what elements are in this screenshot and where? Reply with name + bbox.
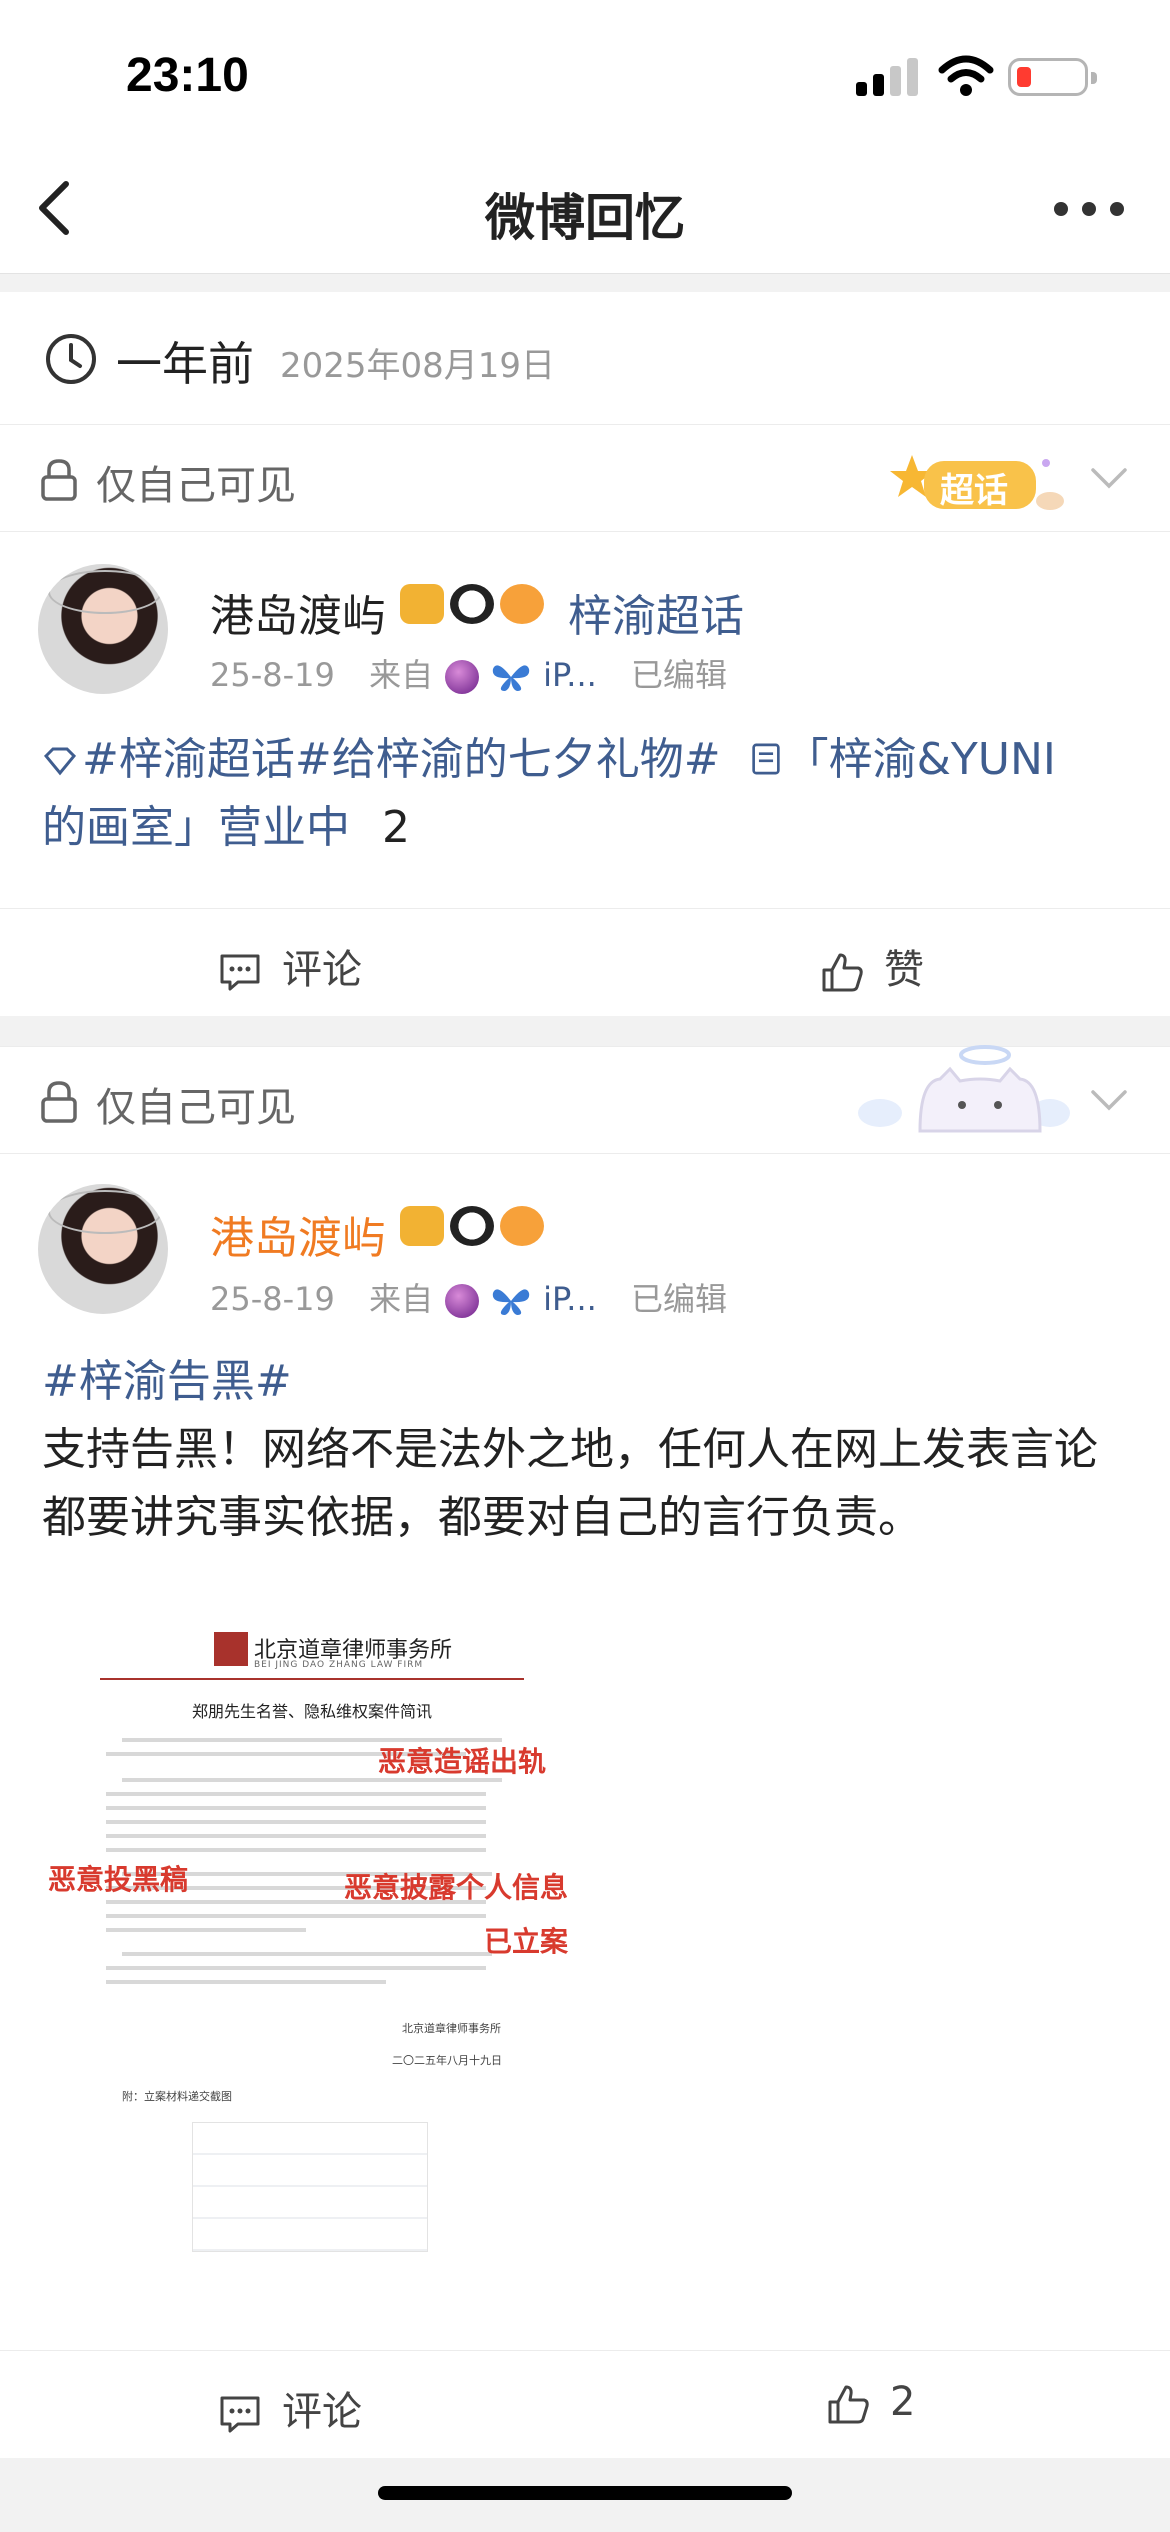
- like-count: 2: [890, 2379, 916, 2425]
- doc-screenshot: [192, 2122, 428, 2252]
- edited-label: 已编辑: [630, 656, 727, 694]
- cellular-signal-icon: [856, 58, 918, 96]
- annotation-filed: 已立案: [484, 1925, 569, 1958]
- user-badges: [400, 1204, 550, 1246]
- comment-button[interactable]: 评论: [218, 2379, 362, 2437]
- clock-icon: [46, 334, 96, 384]
- post-date: 25-8-19: [210, 1280, 335, 1318]
- author-name[interactable]: 港岛渡屿: [210, 580, 386, 644]
- date-absolute: 2025年08月19日: [280, 346, 556, 386]
- date-header: 一年前 2025年08月19日: [0, 292, 1170, 424]
- comment-button[interactable]: 评论: [218, 937, 362, 995]
- butterfly-icon: [492, 1289, 530, 1315]
- attached-image[interactable]: 北京道章律师事务所 BEI JING DAO ZHANG LAW FIRM 郑朋…: [42, 1622, 582, 2322]
- doc-firm-logo: [214, 1632, 248, 1666]
- annotation-smear: 恶意投黑稿: [48, 1863, 189, 1896]
- annotation-doxxing: 恶意披露个人信息: [344, 1871, 569, 1904]
- sticker-text: 超话: [940, 471, 1008, 511]
- battery-icon: [1008, 58, 1097, 96]
- hashtag-text: 梓渝超话#给梓渝的七夕礼物#: [118, 734, 721, 785]
- like-button[interactable]: 2: [826, 2379, 915, 2425]
- comment-label: 评论: [282, 947, 362, 993]
- butterfly-icon: [492, 665, 530, 691]
- panda-badge-icon: [450, 1206, 494, 1246]
- privacy-bar: 仅自己可见: [0, 1045, 1170, 1154]
- thumbs-up-icon: [828, 2385, 869, 2424]
- studio-count: 2: [382, 802, 410, 853]
- studio-link-text: 「梓渝&YUNI: [784, 734, 1056, 785]
- supertopic-link[interactable]: 梓渝超话: [568, 580, 744, 644]
- lock-icon: [41, 459, 77, 501]
- action-bar: 评论 赞: [0, 908, 1170, 1016]
- home-indicator[interactable]: [378, 2486, 792, 2500]
- comment-icon: [220, 954, 260, 991]
- panda-badge-icon: [450, 584, 494, 624]
- user-badges: [400, 582, 550, 624]
- status-bar: 23:10: [0, 0, 1170, 150]
- doc-attachment-label: 附：立案材料递交截图: [122, 2090, 232, 2103]
- doc-firm-en: BEI JING DAO ZHANG LAW FIRM: [254, 1660, 424, 1670]
- source-device: iP...: [543, 1280, 597, 1318]
- post-meta: 25-8-19 来自 iP... 已编辑: [210, 1274, 727, 1320]
- doc-signature: 北京道章律师事务所: [402, 2022, 501, 2035]
- crown-badge-icon: [400, 584, 444, 624]
- comment-icon: [220, 2396, 260, 2433]
- edited-label: 已编辑: [630, 1280, 727, 1318]
- annotation-rumor: 恶意造谣出轨: [378, 1745, 547, 1778]
- source-device: iP...: [543, 656, 597, 694]
- like-label: 赞: [884, 947, 924, 993]
- doc-sign-date: 二〇二五年八月十九日: [392, 2054, 502, 2067]
- status-time: 23:10: [126, 49, 249, 102]
- wifi-icon: [938, 55, 994, 96]
- privacy-label: 仅自己可见: [96, 1085, 296, 1131]
- action-bar: 评论 2: [0, 2350, 1170, 2458]
- crown-badge-icon: [400, 1206, 444, 1246]
- author-name[interactable]: 港岛渡屿: [210, 1202, 386, 1266]
- post-text: #梓渝超话#给梓渝的七夕礼物# 「梓渝&YUNI 的画室」营业中 2: [42, 726, 1128, 862]
- cat-sticker-icon: [858, 1045, 1070, 1133]
- studio-link[interactable]: 「梓渝&YUNI: [751, 734, 1056, 785]
- post-body: 支持告黑！网络不是法外之地，任何人在网上发表言论都要讲究事实依据，都要对自己的言…: [42, 1424, 1098, 1543]
- post-text: #梓渝告黑# 支持告黑！网络不是法外之地，任何人在网上发表言论都要讲究事实依据，…: [42, 1348, 1128, 1552]
- fish-badge-icon: [500, 1206, 544, 1246]
- lock-icon: [41, 1081, 77, 1123]
- page-icon: [751, 743, 780, 775]
- page-title: 微博回忆: [485, 189, 685, 247]
- source-prefix: 来自: [369, 656, 434, 694]
- nav-bar: 微博回忆: [0, 150, 1170, 274]
- post-date: 25-8-19: [210, 656, 335, 694]
- privacy-label: 仅自己可见: [96, 463, 296, 509]
- comment-label: 评论: [282, 2389, 362, 2435]
- date-relative: 一年前: [116, 337, 254, 391]
- diamond-icon: [43, 747, 77, 776]
- thumbs-up-icon: [822, 953, 863, 992]
- post-card: 仅自己可见 港岛渡屿 25-8-19 来自 iP... 已编辑 #梓渝告黑# 支持…: [0, 1045, 1170, 2458]
- post-card: 仅自己可见 超话 港岛渡屿 梓渝超话 25-8-19 来自 iP... 已编辑 #…: [0, 424, 1170, 1016]
- hashtag-link[interactable]: #梓渝告黑#: [42, 1356, 292, 1407]
- avatar[interactable]: [38, 564, 168, 694]
- supertopic-tag[interactable]: #梓渝超话#给梓渝的七夕礼物#: [42, 734, 721, 785]
- orb-icon: [445, 1284, 480, 1318]
- doc-rule: [100, 1678, 524, 1680]
- chevron-down-icon[interactable]: [1090, 465, 1128, 491]
- post-meta: 25-8-19 来自 iP... 已编辑: [210, 650, 727, 696]
- chevron-down-icon[interactable]: [1090, 1087, 1128, 1113]
- fish-badge-icon: [500, 584, 544, 624]
- avatar[interactable]: [38, 1184, 168, 1314]
- supertopic-sticker: 超话: [890, 451, 1070, 515]
- source-prefix: 来自: [369, 1280, 434, 1318]
- studio-link-text-2[interactable]: 的画室」营业中: [42, 802, 350, 853]
- privacy-bar: 仅自己可见 超话: [0, 424, 1170, 532]
- orb-icon: [445, 660, 480, 694]
- doc-heading: 郑朋先生名誉、隐私维权案件简讯: [192, 1702, 433, 1721]
- like-button[interactable]: 赞: [820, 937, 924, 995]
- more-icon[interactable]: [1054, 202, 1124, 218]
